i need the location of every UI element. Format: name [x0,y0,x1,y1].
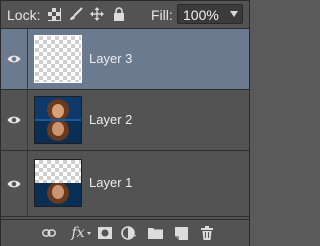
visibility-toggle[interactable] [1,90,28,150]
eye-icon[interactable] [7,115,21,125]
lock-image-pixels-icon[interactable] [69,7,83,21]
photo-thumbnail-icon [35,183,81,206]
transparent-area [35,160,81,183]
fill-value[interactable]: 100% [183,7,219,23]
lock-all-icon[interactable] [112,7,126,21]
visibility-toggle[interactable] [1,151,28,216]
fill-label: Fill: [151,7,173,23]
eye-icon[interactable] [7,54,21,64]
adjustment-layer-icon[interactable] [121,225,137,241]
lock-position-icon[interactable] [90,7,104,21]
layer-row-3[interactable]: Layer 3 [1,29,249,90]
layer-name[interactable]: Layer 2 [89,112,132,127]
layers-options-bar: Lock: Fill: 100% [1,1,249,29]
layer-thumbnail [34,35,82,83]
lock-label: Lock: [7,7,41,23]
layers-panel: Lock: Fill: 100% Layer 3 Layer 2 Layer 1… [0,0,250,246]
add-mask-icon[interactable] [97,225,113,241]
eye-icon[interactable] [7,179,21,189]
layer-row-2[interactable]: Layer 2 [1,90,249,151]
layer-name[interactable]: Layer 1 [89,175,132,190]
photo-thumbnail-icon [35,97,81,143]
delete-layer-icon[interactable] [199,225,215,241]
layer-name[interactable]: Layer 3 [89,51,132,66]
lock-transparent-pixels-icon[interactable] [47,7,61,21]
new-group-icon[interactable] [147,225,163,241]
visibility-toggle[interactable] [1,29,28,89]
layer-thumbnail [34,159,82,207]
layers-bottom-toolbar: fx [1,219,249,246]
fx-dropdown-icon[interactable] [87,232,91,235]
layer-thumbnail [34,96,82,144]
layer-row-1[interactable]: Layer 1 [1,151,249,217]
link-layers-icon[interactable] [41,225,57,241]
layer-style-fx-icon[interactable]: fx [69,225,87,241]
new-layer-icon[interactable] [173,225,189,241]
chevron-down-icon[interactable] [230,11,238,17]
fill-input[interactable]: 100% [177,4,243,24]
